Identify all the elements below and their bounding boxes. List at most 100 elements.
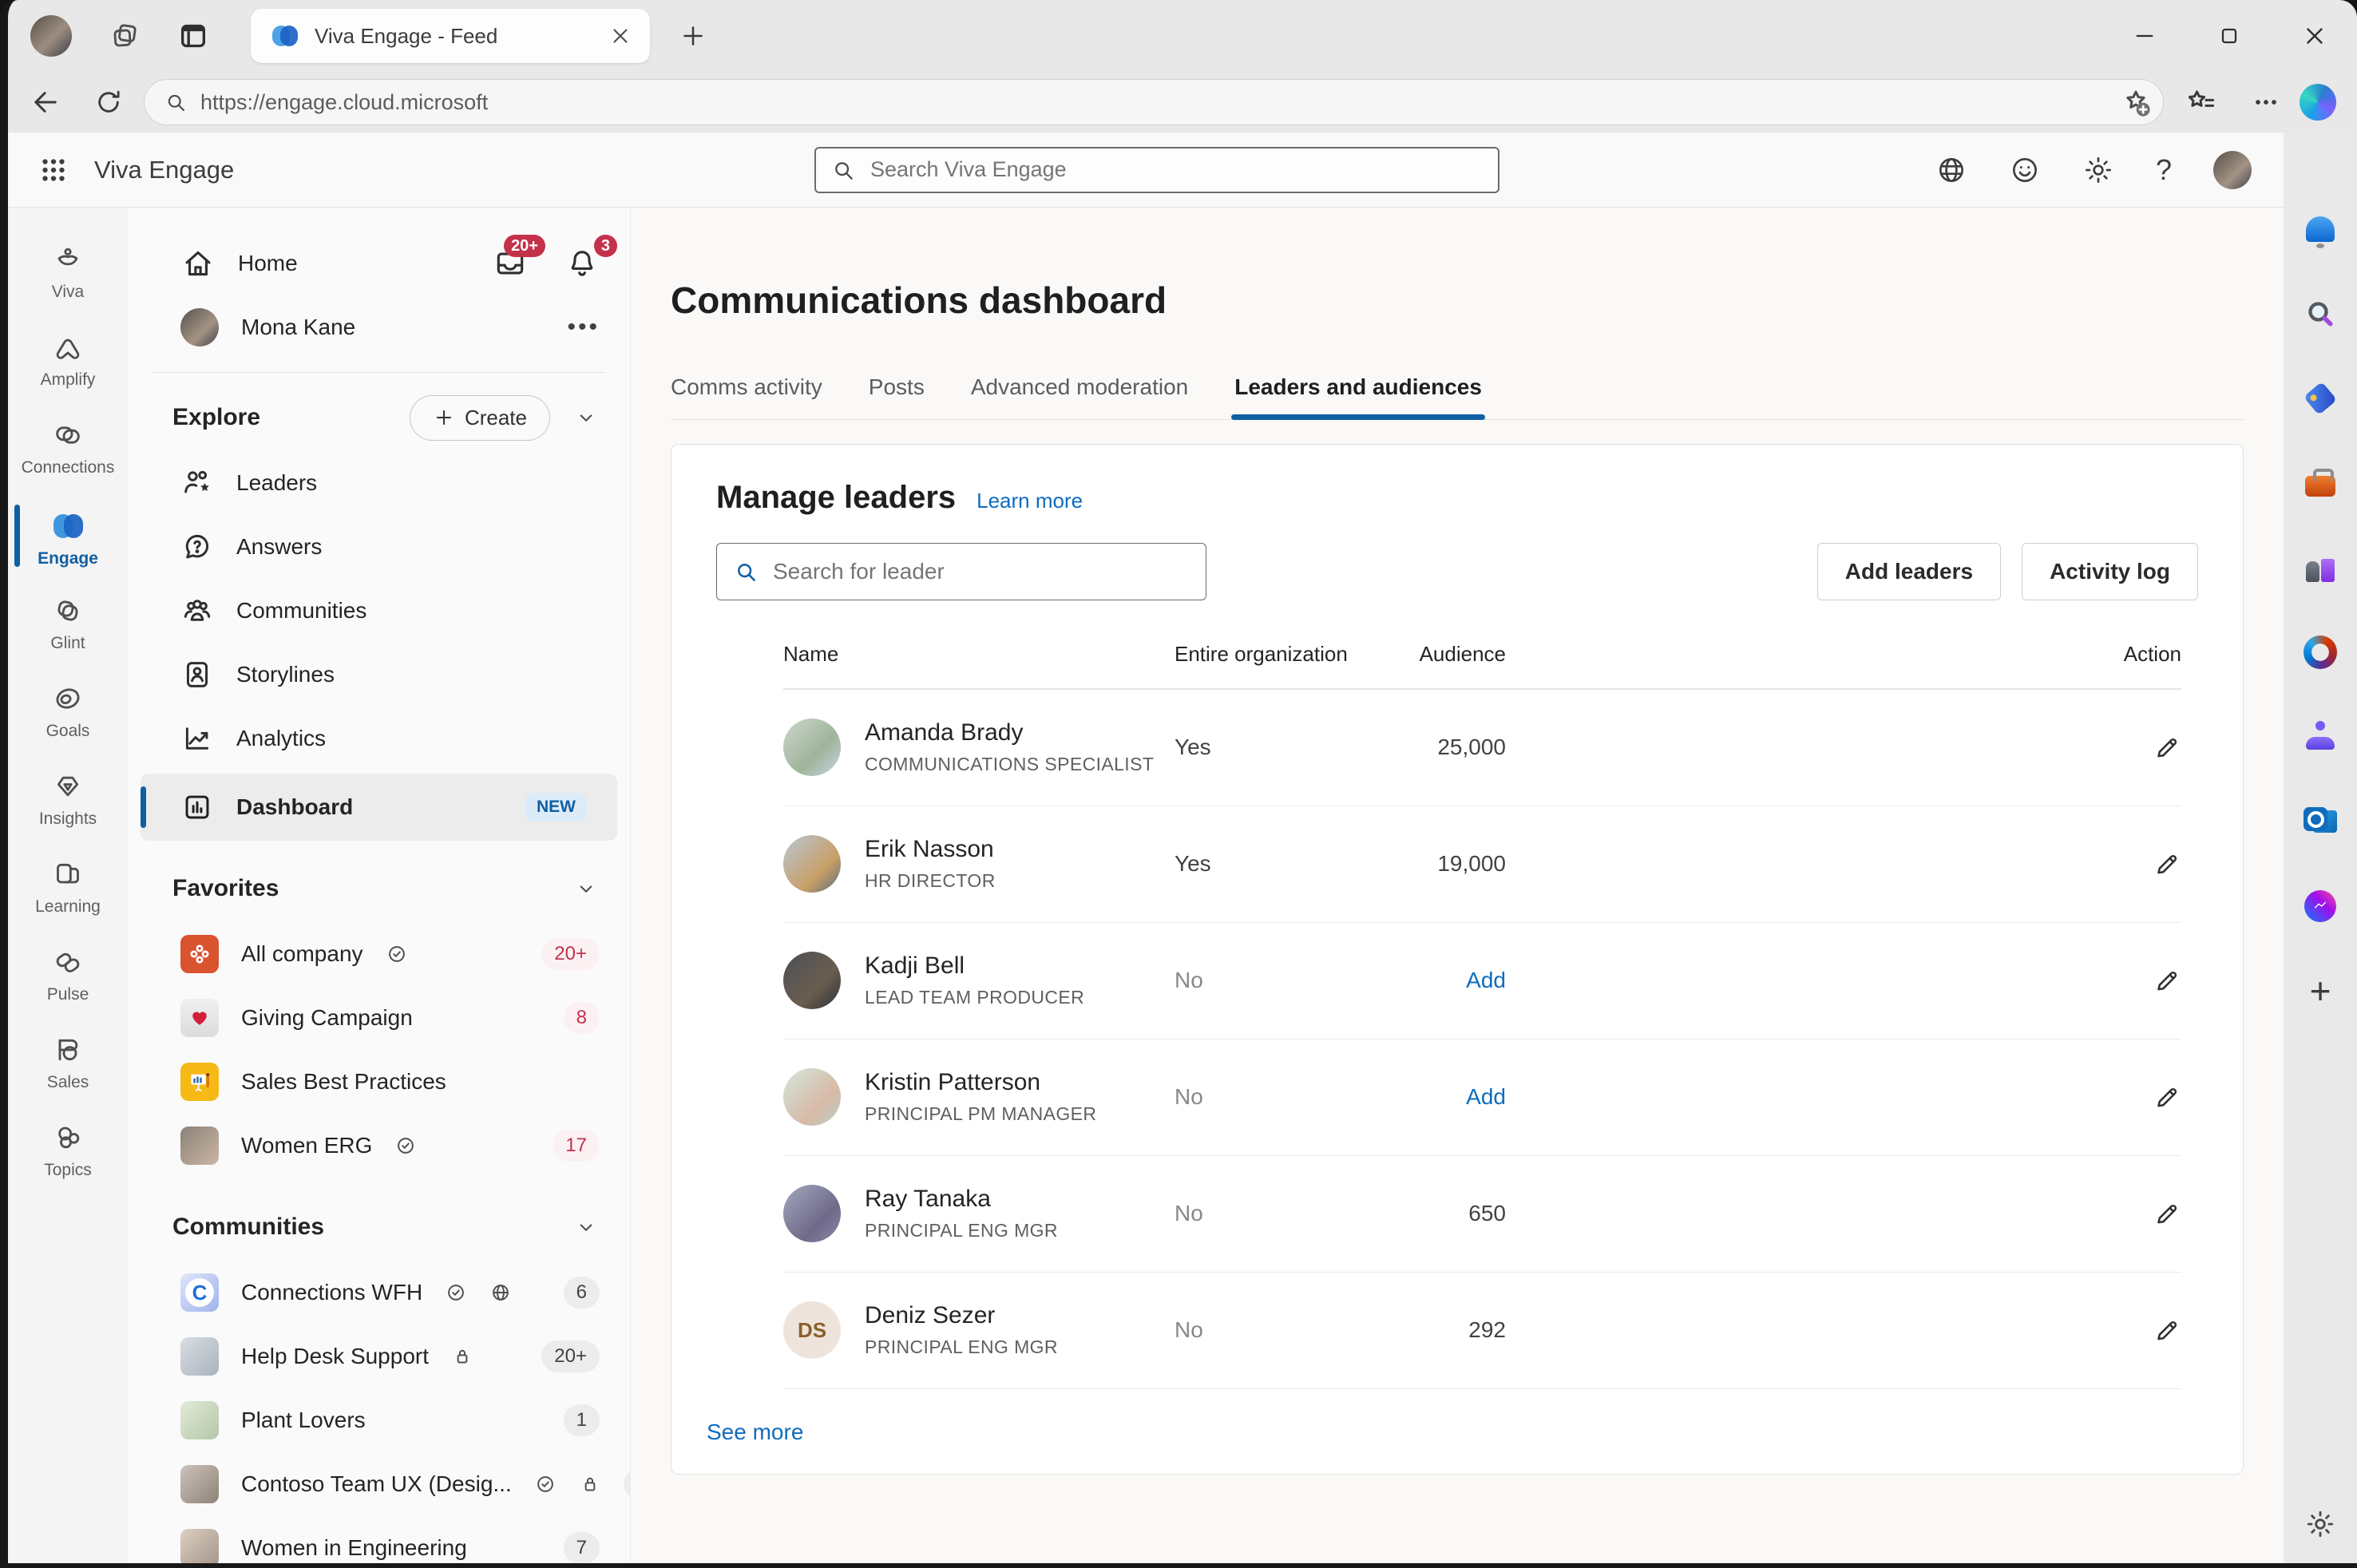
edit-pencil-icon[interactable]	[2117, 1083, 2181, 1111]
sidebar-item-home[interactable]: Home 20+ 3	[128, 232, 630, 295]
leaders-table: Name Entire organization Audience Action…	[783, 621, 2181, 1389]
add-audience-link[interactable]: Add	[1358, 968, 1506, 993]
rail-item-sales[interactable]: Sales	[8, 1020, 128, 1105]
search-icon[interactable]	[2304, 297, 2337, 331]
sidebar-item-answers[interactable]: Answers	[128, 515, 630, 579]
sidebar-item-leaders[interactable]: Leaders	[128, 451, 630, 515]
tab-layout-icon[interactable]	[177, 20, 209, 52]
bookmark-add-icon[interactable]	[2118, 85, 2153, 120]
notifications-bell-icon[interactable]: 3	[564, 246, 600, 281]
emoji-icon[interactable]	[2009, 154, 2041, 186]
edit-pencil-icon[interactable]	[2117, 1199, 2181, 1228]
community-item-contoso-team-ux[interactable]: Contoso Team UX (Desig... 20+	[128, 1452, 630, 1516]
tab-leaders-and-audiences[interactable]: Leaders and audiences	[1234, 374, 1482, 419]
favorite-item-women-erg[interactable]: Women ERG 17	[128, 1114, 630, 1178]
window-close-icon[interactable]	[2301, 22, 2328, 49]
window-maximize-icon[interactable]	[2216, 23, 2242, 49]
app-search-box[interactable]	[814, 147, 1499, 193]
rail-item-viva[interactable]: Viva	[8, 230, 128, 315]
leader-search-box[interactable]	[716, 543, 1206, 600]
profile-avatar[interactable]	[2213, 151, 2252, 189]
private-lock-icon	[579, 1473, 601, 1495]
sidebar: Home 20+ 3	[128, 208, 631, 1563]
add-icon[interactable]: +	[2304, 974, 2337, 1008]
favorite-item-all-company[interactable]: All company 20+	[128, 922, 630, 986]
favorite-item-giving-campaign[interactable]: Giving Campaign 8	[128, 986, 630, 1050]
browser-profile-avatar[interactable]	[30, 15, 72, 57]
settings-gear-icon[interactable]	[2082, 154, 2114, 186]
rail-item-topics[interactable]: Topics	[8, 1108, 128, 1193]
tab-advanced-moderation[interactable]: Advanced moderation	[971, 374, 1188, 419]
giving-campaign-icon	[180, 999, 219, 1037]
col-name: Name	[783, 642, 1175, 667]
create-button[interactable]: Create	[410, 395, 550, 441]
favorites-icon[interactable]	[2183, 85, 2216, 119]
tab-close-icon[interactable]	[608, 24, 632, 48]
waffle-menu-icon[interactable]	[37, 153, 70, 187]
workspaces-icon[interactable]	[109, 20, 141, 52]
chevron-down-icon[interactable]	[574, 1215, 598, 1239]
alerts-badge: 3	[594, 235, 617, 257]
table-row: Kristin Patterson PRINCIPAL PM MANAGER N…	[783, 1039, 2181, 1156]
edit-pencil-icon[interactable]	[2117, 1316, 2181, 1344]
edit-pencil-icon[interactable]	[2117, 966, 2181, 995]
shopping-tag-icon[interactable]	[2304, 382, 2337, 415]
rail-item-engage[interactable]: Engage	[8, 493, 128, 578]
notifications-bell-icon[interactable]	[2304, 212, 2337, 246]
edit-pencil-icon[interactable]	[2117, 849, 2181, 878]
chevron-down-icon[interactable]	[574, 877, 598, 901]
sidebar-item-storyline-user[interactable]: Mona Kane •••	[128, 295, 630, 359]
toolbox-icon[interactable]	[2304, 466, 2337, 500]
add-audience-link[interactable]: Add	[1358, 1084, 1506, 1110]
col-entire-organization: Entire organization	[1175, 642, 1358, 667]
rail-item-goals[interactable]: Goals	[8, 669, 128, 754]
community-item-help-desk-support[interactable]: Help Desk Support 20+	[128, 1324, 630, 1388]
table-row: Kadji Bell LEAD TEAM PRODUCER No Add	[783, 923, 2181, 1039]
leader-search-input[interactable]	[771, 558, 1190, 585]
rail-item-glint[interactable]: Glint	[8, 581, 128, 666]
page-title: Communications dashboard	[671, 279, 2244, 322]
tab-posts[interactable]: Posts	[869, 374, 925, 419]
sidebar-item-dashboard[interactable]: Dashboard NEW	[141, 774, 617, 841]
browser-tab[interactable]: Viva Engage - Feed	[251, 9, 650, 63]
sidebar-item-analytics[interactable]: Analytics	[128, 707, 630, 770]
see-more-link[interactable]: See more	[707, 1420, 803, 1445]
window-minimize-icon[interactable]	[2132, 23, 2157, 49]
back-icon[interactable]	[29, 85, 62, 119]
avatar	[783, 1185, 841, 1242]
outlook-icon[interactable]	[2304, 805, 2337, 838]
globe-icon[interactable]	[1935, 154, 1967, 186]
rail-item-connections[interactable]: Connections	[8, 406, 128, 490]
rail-item-pulse[interactable]: Pulse	[8, 932, 128, 1017]
learn-more-link[interactable]: Learn more	[976, 489, 1083, 513]
more-options-icon[interactable]: •••	[567, 314, 600, 341]
copilot-icon[interactable]	[2300, 84, 2336, 121]
help-icon[interactable]: ?	[2156, 153, 2172, 187]
refresh-icon[interactable]	[93, 86, 125, 118]
address-bar[interactable]: https://engage.cloud.microsoft	[144, 79, 2164, 125]
sidebar-item-communities[interactable]: Communities	[128, 579, 630, 643]
community-item-plant-lovers[interactable]: Plant Lovers 1	[128, 1388, 630, 1452]
community-item-connections-wfh[interactable]: C Connections WFH 6	[128, 1261, 630, 1324]
rail-item-insights[interactable]: Insights	[8, 757, 128, 841]
wellness-icon[interactable]	[2304, 720, 2337, 754]
community-item-women-in-engineering[interactable]: Women in Engineering 7	[128, 1516, 630, 1563]
rail-item-amplify[interactable]: Amplify	[8, 318, 128, 402]
rail-item-learning[interactable]: Learning	[8, 845, 128, 929]
new-tab-icon[interactable]	[679, 22, 707, 50]
favorite-item-sales-best-practices[interactable]: Sales Best Practices	[128, 1050, 630, 1114]
messenger-icon[interactable]	[2304, 889, 2337, 923]
sidebar-item-storylines[interactable]: Storylines	[128, 643, 630, 707]
unread-badge: 7	[564, 1532, 600, 1563]
app-search-input[interactable]	[869, 156, 1484, 183]
more-menu-icon[interactable]	[2250, 86, 2282, 118]
games-icon[interactable]	[2304, 551, 2337, 584]
microsoft365-icon[interactable]	[2304, 636, 2337, 669]
edit-pencil-icon[interactable]	[2117, 733, 2181, 762]
add-leaders-button[interactable]: Add leaders	[1817, 543, 2001, 600]
tab-comms-activity[interactable]: Comms activity	[671, 374, 822, 419]
activity-log-button[interactable]: Activity log	[2022, 543, 2198, 600]
settings-gear-icon[interactable]	[2304, 1507, 2337, 1541]
chevron-down-icon[interactable]	[574, 406, 598, 430]
inbox-icon[interactable]: 20+	[493, 246, 528, 281]
